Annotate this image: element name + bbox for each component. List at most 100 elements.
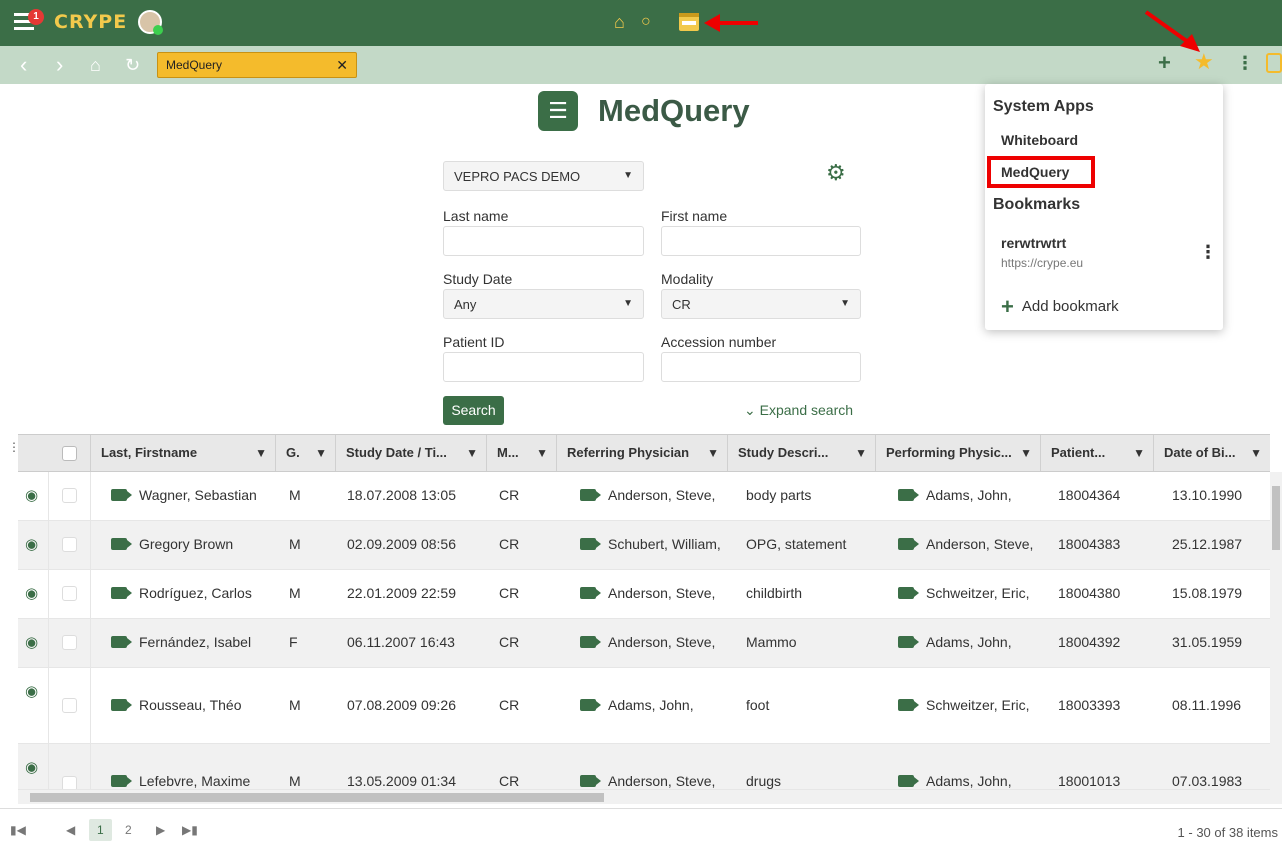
column-header[interactable]: Study Descri... ▼ (727, 435, 875, 471)
video-call-icon[interactable] (111, 699, 132, 711)
eye-icon[interactable]: ◉ (25, 633, 38, 651)
column-header[interactable]: Referring Physician ▼ (556, 435, 727, 471)
video-call-icon[interactable] (111, 775, 132, 787)
page-1[interactable]: 1 (89, 819, 112, 841)
bookmark-url: https://crype.eu (1001, 256, 1084, 270)
page-2[interactable]: 2 (125, 823, 132, 837)
study-date-label: Study Date (443, 271, 513, 287)
accession-input[interactable] (661, 352, 861, 382)
video-call-icon[interactable] (111, 587, 132, 599)
close-tab-icon[interactable]: ✕ (336, 57, 348, 74)
video-call-icon[interactable] (580, 775, 601, 787)
filter-icon[interactable]: ▼ (1250, 435, 1262, 471)
bookmark-name[interactable]: rerwtrwtrt (1001, 235, 1066, 251)
bookmark-more-icon[interactable]: ⋮ (1199, 242, 1217, 263)
filter-icon[interactable]: ▼ (1133, 435, 1145, 471)
video-call-icon[interactable] (898, 699, 919, 711)
video-call-icon[interactable] (580, 489, 601, 501)
web-app-icon[interactable] (678, 11, 700, 38)
filter-icon[interactable]: ▼ (536, 435, 548, 471)
screen-share-icon[interactable] (1266, 53, 1282, 73)
filter-icon[interactable]: ▼ (1020, 435, 1032, 471)
column-header[interactable]: Date of Bi... ▼ (1153, 435, 1270, 471)
video-call-icon[interactable] (898, 538, 919, 550)
search-button[interactable]: Search (443, 396, 504, 425)
column-header[interactable]: G. ▼ (275, 435, 335, 471)
more-vertical-icon[interactable]: ⋮ (1236, 53, 1254, 74)
video-call-icon[interactable] (580, 538, 601, 550)
nav-home-icon[interactable]: ⌂ (90, 55, 101, 76)
first-name-input[interactable] (661, 226, 861, 256)
last-page-icon[interactable]: ▶▮ (182, 823, 198, 837)
filter-icon[interactable]: ▼ (466, 435, 478, 471)
video-call-icon[interactable] (111, 538, 132, 550)
modality-select[interactable]: CR ▼ (661, 289, 861, 319)
horizontal-scrollbar[interactable] (18, 790, 1282, 804)
prev-page-icon[interactable]: ◀ (66, 823, 75, 837)
table-row[interactable]: ◉ Gregory Brown M 02.09.2009 08:56 CR Sc… (18, 521, 1270, 570)
bookmarks-dropdown: System Apps Whiteboard MedQuery Bookmark… (985, 84, 1223, 330)
video-call-icon[interactable] (580, 699, 601, 711)
eye-icon[interactable]: ◉ (25, 535, 38, 553)
system-apps-heading: System Apps (993, 98, 1094, 115)
table-row[interactable]: ◉ Fernández, Isabel F 06.11.2007 16:43 C… (18, 619, 1270, 668)
patient-id-input[interactable] (443, 352, 644, 382)
row-checkbox[interactable] (62, 488, 77, 503)
patient-id: 18001013 (1058, 773, 1121, 789)
column-label: Patient... (1051, 445, 1106, 460)
next-page-icon[interactable]: ▶ (156, 823, 165, 837)
tab-medquery[interactable]: MedQuery ✕ (157, 52, 357, 78)
eye-icon[interactable]: ◉ (25, 758, 38, 776)
back-icon[interactable]: ‹ (20, 52, 27, 78)
video-call-icon[interactable] (898, 636, 919, 648)
study-date-select[interactable]: Any ▼ (443, 289, 644, 319)
forward-icon[interactable]: › (56, 52, 63, 78)
settings-gear-icon[interactable]: ⚙ (826, 160, 846, 186)
user-avatar[interactable] (138, 10, 163, 35)
row-checkbox[interactable] (62, 776, 77, 789)
video-call-icon[interactable] (898, 775, 919, 787)
filter-icon[interactable]: ▼ (315, 435, 327, 471)
table-row[interactable]: ◉ Wagner, Sebastian M 18.07.2008 13:05 C… (18, 472, 1270, 521)
row-checkbox[interactable] (62, 537, 77, 552)
video-call-icon[interactable] (580, 636, 601, 648)
column-header[interactable]: M... ▼ (486, 435, 556, 471)
scroll-thumb[interactable] (1272, 486, 1280, 550)
chat-icon[interactable]: ○ (641, 13, 651, 31)
expand-search-link[interactable]: ⌄ Expand search (744, 402, 853, 419)
first-page-icon[interactable]: ▮◀ (10, 823, 26, 837)
table-row[interactable]: ◉ Lefebvre, Maxime M 13.05.2009 01:34 CR… (18, 744, 1270, 790)
column-header[interactable]: Performing Physic... ▼ (875, 435, 1040, 471)
column-header[interactable]: Last, Firstname ▼ (90, 435, 275, 471)
column-header[interactable]: Patient... ▼ (1040, 435, 1153, 471)
table-row[interactable]: ◉ Rodríguez, Carlos M 22.01.2009 22:59 C… (18, 570, 1270, 619)
video-call-icon[interactable] (111, 636, 132, 648)
patient-id: 18004364 (1058, 487, 1121, 503)
menu-item-whiteboard[interactable]: Whiteboard (1001, 132, 1078, 148)
add-bookmark-button[interactable]: + Add bookmark (1001, 294, 1119, 320)
filter-icon[interactable]: ▼ (855, 435, 867, 471)
eye-icon[interactable]: ◉ (25, 584, 38, 602)
refresh-icon[interactable]: ↻ (125, 55, 140, 76)
filter-icon[interactable]: ▼ (707, 435, 719, 471)
scroll-thumb[interactable] (30, 793, 604, 802)
row-checkbox[interactable] (62, 698, 77, 713)
video-call-icon[interactable] (898, 587, 919, 599)
eye-icon[interactable]: ◉ (25, 486, 38, 504)
last-name-input[interactable] (443, 226, 644, 256)
filter-icon[interactable]: ▼ (255, 435, 267, 471)
home-icon[interactable]: ⌂ (614, 12, 625, 33)
select-all-checkbox[interactable] (62, 446, 77, 461)
table-row[interactable]: ◉ Rousseau, Théo M 07.08.2009 09:26 CR A… (18, 668, 1270, 744)
video-call-icon[interactable] (111, 489, 132, 501)
video-call-icon[interactable] (580, 587, 601, 599)
eye-icon[interactable]: ◉ (25, 682, 38, 700)
vertical-scrollbar[interactable] (1270, 472, 1282, 790)
column-header[interactable]: Study Date / Ti... ▼ (335, 435, 486, 471)
row-checkbox[interactable] (62, 586, 77, 601)
row-checkbox[interactable] (62, 635, 77, 650)
server-select[interactable]: VEPRO PACS DEMO ▼ (443, 161, 644, 191)
referring-physician: Anderson, Steve, (608, 773, 716, 789)
gender: M (289, 585, 301, 601)
video-call-icon[interactable] (898, 489, 919, 501)
